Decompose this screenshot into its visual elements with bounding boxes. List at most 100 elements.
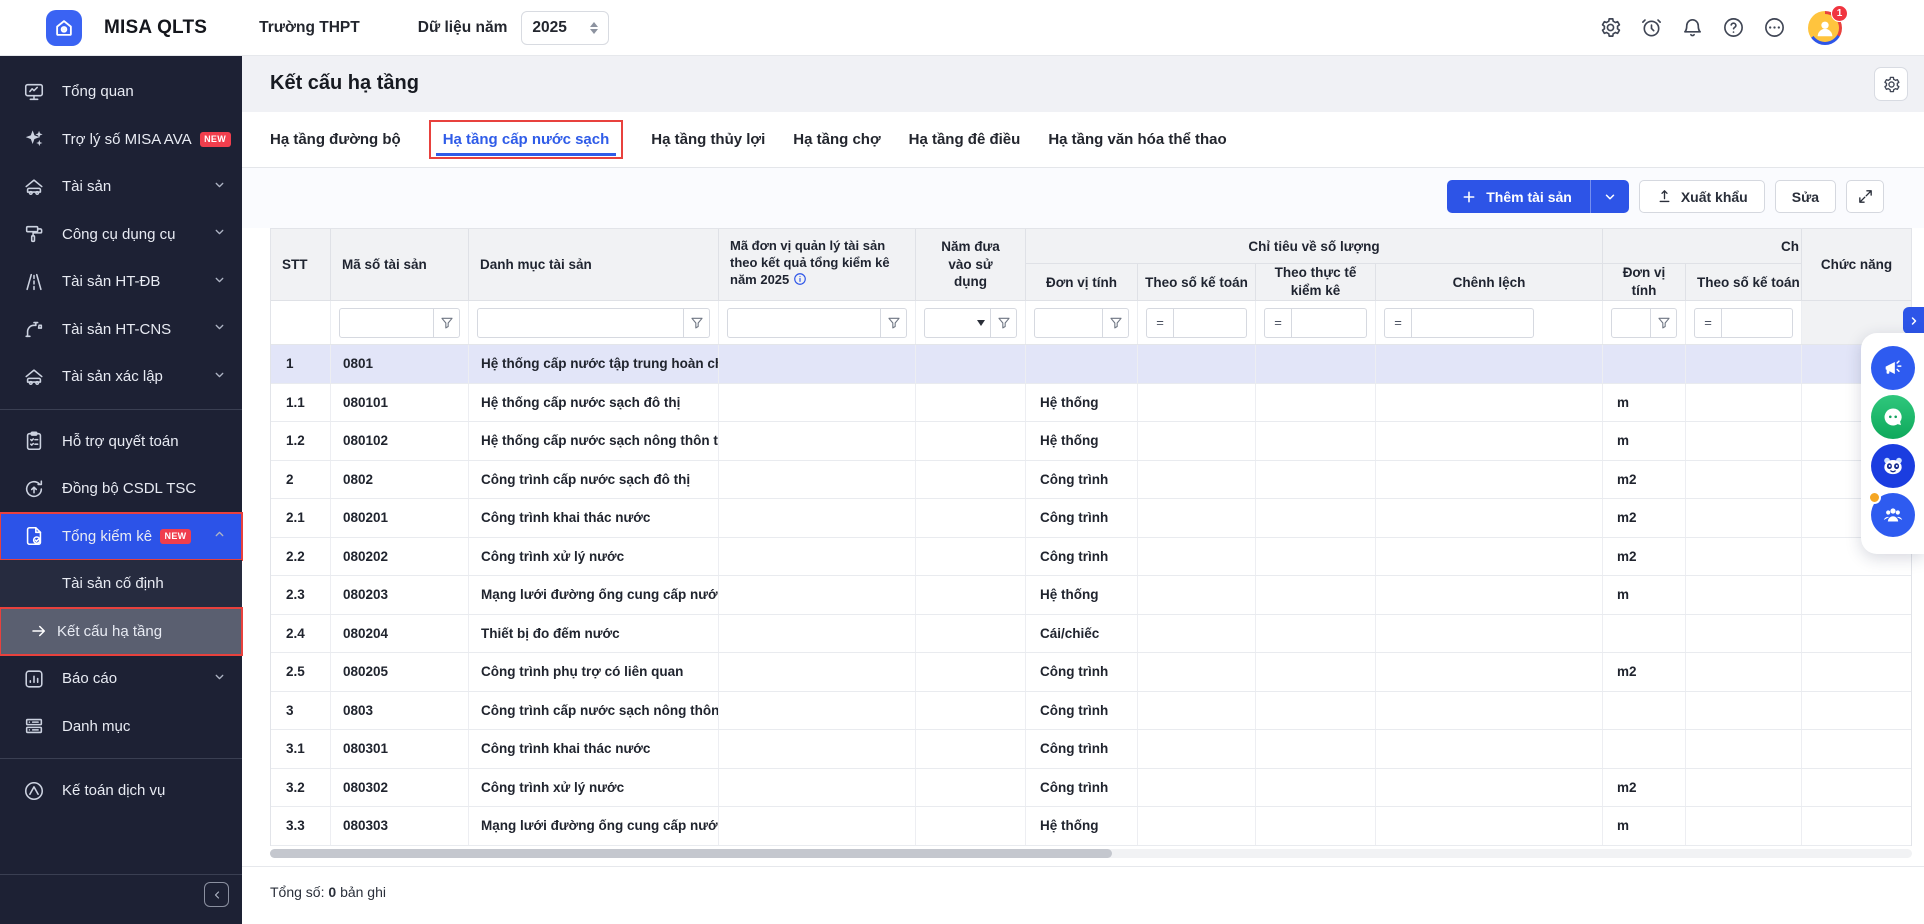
filter-by-inventory-input[interactable] <box>1292 309 1366 337</box>
scrollbar-thumb[interactable] <box>270 849 1112 858</box>
help-icon[interactable] <box>1720 15 1746 41</box>
faucet-icon <box>22 317 46 341</box>
spinner-arrows-icon[interactable] <box>590 22 598 34</box>
cell-unit2: m <box>1603 422 1686 460</box>
filter-asset-category-input[interactable] <box>478 309 683 337</box>
filter-unit2-input[interactable] <box>1612 309 1650 337</box>
sidebar-item-bao-cao[interactable]: Báo cáo <box>0 655 242 703</box>
col-header-by-book2: Theo số kế toán <box>1686 264 1802 301</box>
tab-ha-tang-cap-nuoc-sach[interactable]: Hạ tầng cấp nước sạch <box>429 120 624 159</box>
table-row[interactable]: 2.4 080204 Thiết bị đo đếm nước Cái/chiế… <box>271 615 1911 654</box>
cell-asset-code: 080301 <box>331 730 469 768</box>
alarm-clock-icon[interactable] <box>1638 15 1664 41</box>
cell-by-book <box>1138 769 1256 807</box>
page-title: Kết cấu hạ tầng <box>270 72 419 95</box>
sidebar-item-tong-quan[interactable]: Tổng quan <box>0 68 242 116</box>
sidebar-collapse-button[interactable] <box>204 882 229 907</box>
table-row[interactable]: 3 0803 Công trình cấp nước sạch nông thô… <box>271 692 1911 731</box>
table-row[interactable]: 3.1 080301 Công trình khai thác nước Côn… <box>271 730 1911 769</box>
table-row[interactable]: 2.1 080201 Công trình khai thác nước Côn… <box>271 499 1911 538</box>
cell-asset-code: 080203 <box>331 576 469 614</box>
export-button[interactable]: Xuất khẩu <box>1639 180 1765 213</box>
support-chat-button[interactable] <box>1871 395 1915 439</box>
funnel-icon[interactable] <box>880 309 906 337</box>
year-selector[interactable]: 2025 <box>521 11 609 45</box>
equals-operator[interactable]: = <box>1695 309 1722 337</box>
cell-asset-category: Công trình khai thác nước <box>469 499 719 537</box>
table-row[interactable]: 1.1 080101 Hệ thống cấp nước sạch đô thị… <box>271 384 1911 423</box>
sidebar-item-tai-san[interactable]: Tài sản <box>0 163 242 211</box>
sidebar-item-cong-cu-dung-cu[interactable]: Công cụ dụng cụ <box>0 211 242 259</box>
filter-year-select[interactable] <box>925 309 972 337</box>
cell-unit-code <box>719 692 916 730</box>
cell-by-inventory <box>1256 769 1376 807</box>
sidebar-item-dong-bo-csdl-tsc[interactable]: Đồng bộ CSDL TSC <box>0 465 242 513</box>
cell-by-book2 <box>1686 730 1802 768</box>
tab-ha-tang-cho[interactable]: Hạ tầng chợ <box>793 131 880 148</box>
assistant-panda-button[interactable] <box>1871 444 1915 488</box>
funnel-icon[interactable] <box>1650 309 1676 337</box>
filter-asset-code-input[interactable] <box>340 309 433 337</box>
community-button[interactable] <box>1871 493 1915 537</box>
equals-operator[interactable]: = <box>1265 309 1292 337</box>
cell-asset-code: 080101 <box>331 384 469 422</box>
funnel-icon[interactable] <box>990 309 1016 337</box>
sidebar-item-tai-san-xac-lap[interactable]: Tài sản xác lập <box>0 353 242 401</box>
fullscreen-button[interactable] <box>1846 180 1884 213</box>
table-row[interactable]: 1 0801 Hệ thống cấp nước tập trung hoàn … <box>271 345 1911 384</box>
notifications-bell-icon[interactable] <box>1679 15 1705 41</box>
equals-operator[interactable]: = <box>1147 309 1174 337</box>
filter-by-book-input[interactable] <box>1174 309 1246 337</box>
sidebar-item-tro-ly-misa-ava[interactable]: Trợ lý số MISA AVA NEW <box>0 116 242 164</box>
table-row[interactable]: 3.3 080303 Mạng lưới đường ống cung cấp … <box>271 807 1911 846</box>
sidebar-item-tai-san-ht-db[interactable]: Tài sản HT-ĐB <box>0 258 242 306</box>
cell-stt: 2.1 <box>271 499 331 537</box>
cell-unit: Hệ thống <box>1026 576 1138 614</box>
table-row[interactable]: 1.2 080102 Hệ thống cấp nước sạch nông t… <box>271 422 1911 461</box>
filter-unit-code-input[interactable] <box>728 309 880 337</box>
sidebar-item-danh-muc[interactable]: Danh mục <box>0 703 242 751</box>
sidebar-item-tong-kiem-ke[interactable]: Tổng kiểm kê NEW <box>0 513 242 561</box>
announcements-button[interactable] <box>1871 346 1915 390</box>
filter-by-book2-input[interactable] <box>1722 309 1792 337</box>
table-row[interactable]: 2.5 080205 Công trình phụ trợ có liên qu… <box>271 653 1911 692</box>
caret-down-icon[interactable] <box>972 320 990 326</box>
tab-ha-tang-thuy-loi[interactable]: Hạ tầng thủy lợi <box>651 131 765 148</box>
table-row[interactable]: 3.2 080302 Công trình xử lý nước Công tr… <box>271 769 1911 808</box>
sidebar-item-ke-toan-dich-vu[interactable]: Kế toán dịch vụ <box>0 767 242 815</box>
add-asset-button[interactable]: Thêm tài sản <box>1447 180 1590 213</box>
user-avatar[interactable]: 1 <box>1808 11 1842 45</box>
filter-difference-input[interactable] <box>1412 309 1533 337</box>
edit-button[interactable]: Sửa <box>1775 180 1836 213</box>
add-asset-dropdown-button[interactable] <box>1590 180 1629 213</box>
tab-ha-tang-van-hoa-the-thao[interactable]: Hạ tầng văn hóa thể thao <box>1048 131 1226 148</box>
sidebar-subitem-tai-san-co-dinh[interactable]: Tài sản cố định <box>0 560 242 608</box>
group-header-quantity: Chỉ tiêu về số lượng <box>1026 229 1603 264</box>
cell-unit2: m2 <box>1603 653 1686 691</box>
new-badge: NEW <box>200 132 231 147</box>
equals-operator[interactable]: = <box>1385 309 1412 337</box>
table-row[interactable]: 2.2 080202 Công trình xử lý nước Công tr… <box>271 538 1911 577</box>
filter-unit-input[interactable] <box>1035 309 1102 337</box>
app-logo[interactable] <box>46 10 82 46</box>
info-icon[interactable] <box>793 272 807 291</box>
more-options-icon[interactable] <box>1761 15 1787 41</box>
funnel-icon[interactable] <box>683 309 709 337</box>
cell-stt: 1 <box>271 345 331 383</box>
export-icon <box>1656 188 1673 205</box>
table-row[interactable]: 2.3 080203 Mạng lưới đường ống cung cấp … <box>271 576 1911 615</box>
panel-collapse-tab[interactable] <box>1903 307 1924 334</box>
funnel-icon[interactable] <box>433 309 459 337</box>
sidebar-item-ho-tro-quyet-toan[interactable]: Hỗ trợ quyết toán <box>0 418 242 466</box>
funnel-icon[interactable] <box>1102 309 1128 337</box>
tab-ha-tang-de-dieu[interactable]: Hạ tầng đê điều <box>909 131 1021 148</box>
tab-ha-tang-duong-bo[interactable]: Hạ tầng đường bộ <box>270 131 401 148</box>
cell-by-book2 <box>1686 538 1802 576</box>
cell-by-book <box>1138 461 1256 499</box>
sidebar-item-tai-san-ht-cns[interactable]: Tài sản HT-CNS <box>0 306 242 354</box>
page-settings-button[interactable] <box>1874 67 1908 101</box>
settings-icon[interactable] <box>1597 15 1623 41</box>
table-row[interactable]: 2 0802 Công trình cấp nước sạch đô thị C… <box>271 461 1911 500</box>
sidebar-subitem-ket-cau-ha-tang[interactable]: Kết cấu hạ tầng <box>0 608 242 656</box>
chat-bubble-icon <box>1881 405 1905 429</box>
